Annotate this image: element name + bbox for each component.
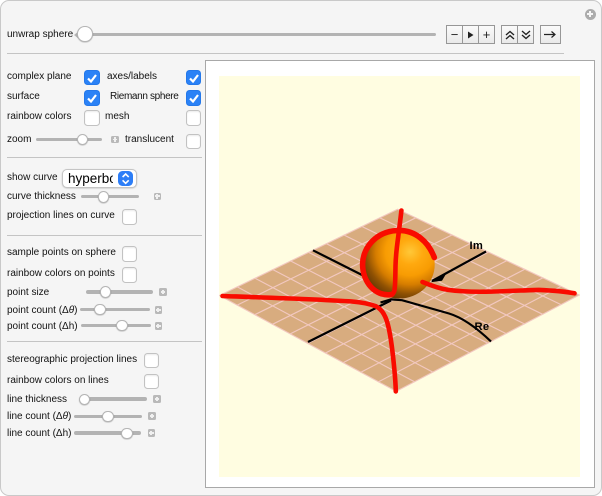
svg-text:Im: Im	[470, 240, 484, 252]
svg-text:Re: Re	[475, 321, 490, 333]
